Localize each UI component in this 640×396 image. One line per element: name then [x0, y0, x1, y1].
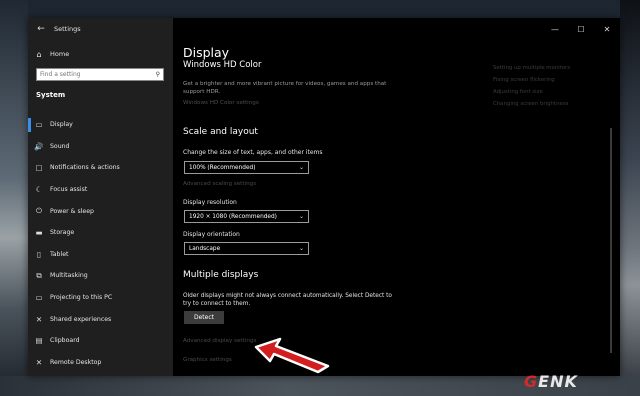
scale-value: 100% (Recommended)	[189, 164, 256, 171]
resolution-dropdown[interactable]: 1920 × 1080 (Recommended) ⌄	[184, 210, 309, 223]
related-link[interactable]: Changing screen brightness	[493, 98, 613, 110]
desktop-wallpaper-left	[0, 0, 28, 396]
sidebar-item-power-sleep[interactable]: ⏻ Power & sleep	[28, 200, 173, 222]
page-title: Display	[183, 45, 230, 60]
sidebar-item-storage[interactable]: ▬ Storage	[28, 222, 173, 244]
power-icon: ⏻	[36, 206, 42, 216]
sidebar-nav: ▭ Display 🔊 Sound ▢ Notifications & acti…	[28, 114, 173, 373]
orientation-label: Display orientation	[183, 231, 240, 238]
window-controls: — ☐ ✕	[542, 18, 620, 40]
home-nav-item[interactable]: ⌂ Home	[28, 46, 173, 62]
chevron-down-icon: ⌄	[298, 245, 304, 252]
sidebar-item-label: Clipboard	[50, 337, 80, 345]
desktop-wallpaper-right	[620, 0, 640, 396]
multiple-displays-description: Older displays might not always connect …	[183, 293, 392, 307]
sidebar-item-label: Multitasking	[50, 272, 88, 280]
shared-experiences-icon: ✕	[35, 314, 43, 324]
scrollbar[interactable]	[610, 128, 612, 353]
sidebar-item-label: Projecting to this PC	[50, 294, 113, 302]
orientation-dropdown[interactable]: Landscape ⌄	[184, 242, 309, 255]
sidebar-item-label: Notifications & actions	[50, 164, 120, 172]
home-label: Home	[50, 50, 70, 58]
sidebar-item-label: Shared experiences	[50, 315, 112, 323]
related-links: Setting up multiple monitors Fixing scre…	[493, 62, 613, 110]
minimize-icon[interactable]: —	[542, 18, 568, 40]
graphics-settings-link[interactable]: Graphics settings	[183, 357, 232, 363]
tablet-icon: ▯	[36, 249, 42, 259]
resolution-label: Display resolution	[183, 199, 237, 206]
sidebar: ← Settings ⌂ Home ⚲ System ▭ Display 🔊 S…	[28, 18, 173, 376]
sidebar-item-projecting[interactable]: ▭ Projecting to this PC	[28, 287, 173, 309]
sidebar-item-label: Display	[50, 121, 73, 129]
scale-layout-heading: Scale and layout	[183, 127, 258, 137]
sidebar-item-label: Storage	[50, 229, 75, 237]
search-icon[interactable]: ⚲	[156, 71, 160, 78]
main-panel: — ☐ ✕ Display Windows HD Color Get a bri…	[173, 18, 620, 376]
home-icon: ⌂	[36, 49, 42, 59]
sidebar-item-label: Sound	[50, 142, 70, 150]
moon-icon: ☾	[35, 185, 43, 195]
hdr-settings-link[interactable]: Windows HD Color settings	[183, 100, 259, 106]
maximize-icon[interactable]: ☐	[568, 18, 594, 40]
watermark-logo: GENK	[524, 372, 578, 391]
search-box[interactable]: ⚲	[36, 68, 164, 81]
sidebar-item-sound[interactable]: 🔊 Sound	[28, 136, 173, 158]
sidebar-item-clipboard[interactable]: ▤ Clipboard	[28, 330, 173, 352]
storage-icon: ▬	[35, 228, 43, 238]
settings-window: ← Settings ⌂ Home ⚲ System ▭ Display 🔊 S…	[28, 18, 620, 376]
hdr-description: Get a brighter and more vibrant picture …	[183, 81, 387, 95]
related-link[interactable]: Adjusting font size	[493, 86, 613, 98]
detect-button[interactable]: Detect	[184, 311, 224, 324]
sidebar-item-display[interactable]: ▭ Display	[28, 114, 173, 136]
scale-label: Change the size of text, apps, and other…	[183, 149, 323, 156]
window-title: Settings	[54, 25, 81, 33]
remote-desktop-icon: ✕	[35, 357, 43, 367]
title-bar: ← Settings	[28, 18, 173, 40]
related-link[interactable]: Setting up multiple monitors	[493, 62, 613, 74]
sidebar-item-tablet[interactable]: ▯ Tablet	[28, 244, 173, 266]
multiple-displays-heading: Multiple displays	[183, 270, 259, 280]
hdr-heading: Windows HD Color	[183, 60, 262, 70]
sidebar-item-remote-desktop[interactable]: ✕ Remote Desktop	[28, 352, 173, 374]
back-arrow-icon[interactable]: ←	[28, 24, 54, 34]
sidebar-item-multitasking[interactable]: ⧉ Multitasking	[28, 265, 173, 287]
section-heading: System	[36, 91, 66, 99]
display-icon: ▭	[35, 120, 43, 130]
clipboard-icon: ▤	[35, 336, 43, 346]
related-link[interactable]: Fixing screen flickering	[493, 74, 613, 86]
sidebar-item-label: Focus assist	[50, 186, 88, 194]
sidebar-item-shared-experiences[interactable]: ✕ Shared experiences	[28, 308, 173, 330]
resolution-value: 1920 × 1080 (Recommended)	[189, 213, 277, 220]
chevron-down-icon: ⌄	[298, 213, 304, 220]
sidebar-item-label: Remote Desktop	[50, 358, 102, 366]
speaker-icon: 🔊	[34, 141, 44, 151]
advanced-scaling-link[interactable]: Advanced scaling settings	[183, 181, 256, 187]
scale-dropdown[interactable]: 100% (Recommended) ⌄	[184, 161, 309, 174]
orientation-value: Landscape	[189, 245, 221, 252]
chevron-down-icon: ⌄	[298, 164, 304, 171]
projector-icon: ▭	[35, 293, 43, 303]
sidebar-item-notifications[interactable]: ▢ Notifications & actions	[28, 157, 173, 179]
advanced-display-settings-link[interactable]: Advanced display settings	[183, 338, 256, 344]
close-icon[interactable]: ✕	[594, 18, 620, 40]
sidebar-item-label: Power & sleep	[50, 207, 94, 215]
sidebar-item-label: Tablet	[50, 250, 69, 258]
sidebar-item-focus-assist[interactable]: ☾ Focus assist	[28, 179, 173, 201]
search-input[interactable]	[40, 71, 140, 78]
multitasking-icon: ⧉	[36, 270, 42, 280]
notification-icon: ▢	[35, 163, 43, 173]
